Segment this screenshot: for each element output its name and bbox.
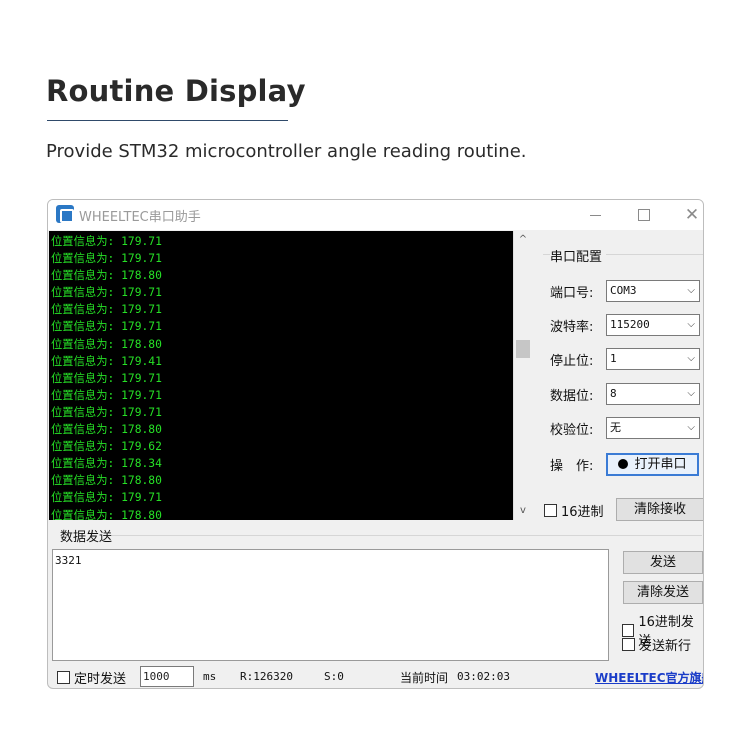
terminal-line: 位置信息为: 178.80: [51, 337, 162, 351]
parity-label: 校验位:: [550, 423, 594, 438]
terminal-line: 位置信息为: 178.34: [51, 457, 162, 471]
terminal-line: 位置信息为: 179.62: [51, 440, 162, 454]
window-title: WHEELTEC串口助手: [79, 210, 201, 225]
terminal-line: 位置信息为: 179.71: [51, 320, 162, 334]
terminal-line: 位置信息为: 179.71: [51, 252, 162, 266]
port-label: 端口号:: [550, 286, 594, 301]
close-icon: ✕: [684, 205, 700, 225]
period-unit: ms: [203, 670, 217, 683]
tx-count: S:0: [324, 670, 344, 683]
terminal-line: 位置信息为: 179.71: [51, 235, 162, 248]
timed-send-label: 定时发送: [74, 672, 127, 687]
record-dot-icon: [618, 459, 629, 469]
period-input[interactable]: 1000: [140, 666, 194, 687]
time-label: 当前时间: [400, 671, 449, 685]
timed-send-checkbox[interactable]: 定时发送: [57, 668, 126, 687]
clear-send-button[interactable]: 清除发送: [623, 581, 703, 604]
chevron-down-icon: ⌵: [687, 353, 695, 364]
window-titlebar: WHEELTEC串口助手 ✕: [48, 200, 703, 230]
close-button[interactable]: ✕: [672, 202, 703, 228]
receive-terminal[interactable]: 位置信息为: 179.71 位置信息为: 179.71 位置信息为: 178.80 位…: [49, 231, 513, 520]
send-group-divider: [112, 535, 702, 536]
terminal-line: 位置信息为: 178.80: [51, 508, 162, 521]
port-select[interactable]: COM3 ⌵: [606, 280, 700, 302]
terminal-line: 位置信息为: 179.71: [51, 388, 162, 402]
open-port-label: 打开串口: [634, 457, 687, 472]
title-underline: [47, 120, 288, 121]
chevron-down-icon: ⌵: [687, 422, 695, 433]
checkbox-icon: [622, 638, 635, 651]
store-link[interactable]: WHEELTEC官方旗舰店: [595, 669, 703, 686]
time-value: 03:02:03: [457, 670, 510, 683]
terminal-line: 位置信息为: 179.71: [51, 286, 162, 300]
checkbox-icon: [57, 671, 70, 684]
hex-receive-label: 16进制: [561, 505, 604, 520]
databits-select[interactable]: 8 ⌵: [606, 383, 700, 405]
chevron-down-icon: ⌵: [687, 319, 695, 330]
terminal-line: 位置信息为: 179.71: [51, 405, 162, 419]
terminal-line: 位置信息为: 179.71: [51, 491, 162, 505]
send-button[interactable]: 发送: [623, 551, 703, 574]
scroll-up-icon[interactable]: ^: [514, 231, 532, 249]
terminal-line: 位置信息为: 178.80: [51, 423, 162, 437]
serial-config-title: 串口配置: [550, 246, 607, 265]
terminal-line: 位置信息为: 179.71: [51, 371, 162, 385]
serial-config-panel: 串口配置 端口号: COM3 ⌵ 波特率: 115200 ⌵ 停止位: 1 ⌵ 数据位…: [531, 231, 703, 521]
terminal-line: 位置信息为: 178.80: [51, 269, 162, 283]
send-group-title: 数据发送: [60, 530, 113, 545]
checkbox-icon: [544, 504, 557, 517]
receive-scrollbar[interactable]: ^ v: [513, 231, 531, 520]
page-subtitle: Provide STM32 microcontroller angle read…: [46, 141, 527, 162]
databits-label: 数据位:: [550, 389, 594, 404]
chevron-down-icon: ⌵: [687, 285, 695, 296]
clear-receive-button[interactable]: 清除接收: [616, 498, 703, 521]
minimize-button[interactable]: [575, 202, 615, 228]
terminal-line: 位置信息为: 179.71: [51, 303, 162, 317]
terminal-line: 位置信息为: 178.80: [51, 474, 162, 488]
terminal-line: 位置信息为: 179.41: [51, 354, 162, 368]
stopbits-select[interactable]: 1 ⌵: [606, 348, 700, 370]
parity-select[interactable]: 无 ⌵: [606, 417, 700, 439]
send-textarea[interactable]: 3321: [52, 549, 609, 661]
chevron-down-icon: ⌵: [687, 388, 695, 399]
rx-count: R:126320: [240, 670, 293, 683]
maximize-button[interactable]: [624, 202, 664, 228]
hex-receive-checkbox[interactable]: 16进制: [544, 501, 604, 520]
baud-select[interactable]: 115200 ⌵: [606, 314, 700, 336]
app-icon: [56, 205, 74, 223]
open-port-button[interactable]: 打开串口: [606, 453, 699, 476]
baud-label: 波特率:: [550, 320, 594, 335]
status-bar: 定时发送 1000 ms R:126320 S:0 当前时间 03:02:03 …: [48, 663, 703, 688]
stopbits-label: 停止位:: [550, 354, 594, 369]
operation-label: 操 作:: [550, 459, 594, 474]
serial-assistant-window: WHEELTEC串口助手 ✕ 位置信息为: 179.71 位置信息为: 179.7…: [47, 199, 704, 689]
send-newline-checkbox[interactable]: 发送新行: [622, 635, 691, 654]
scroll-down-icon[interactable]: v: [514, 502, 532, 520]
send-newline-label: 发送新行: [639, 639, 692, 654]
page-title: Routine Display: [46, 74, 306, 108]
scroll-thumb[interactable]: [516, 340, 530, 358]
